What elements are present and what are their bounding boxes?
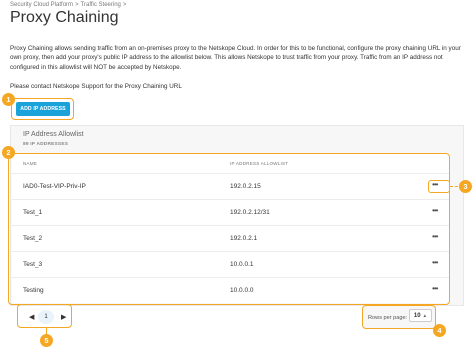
page-number-button[interactable]: 1 [38,310,54,324]
next-page-icon[interactable]: ▶ [61,313,66,321]
description-text: Proxy Chaining allows sending traffic fr… [10,45,461,71]
chevron-up-icon: ▲ [422,313,428,318]
callout-badge-1: 1 [2,93,15,106]
callout-highlight-more-options [428,180,450,193]
rows-per-page-select[interactable]: 10 ▲ [409,309,432,322]
callout-badge-5: 5 [40,334,53,347]
breadcrumb-parent[interactable]: Security Cloud Platform [10,2,73,8]
page-title: Proxy Chaining [10,9,119,26]
breadcrumb-separator: > [75,2,79,8]
breadcrumb: Security Cloud Platform > Traffic Steeri… [10,2,126,8]
add-ip-address-button[interactable]: ADD IP ADDRESS [16,102,70,116]
rows-per-page-label: Rows per page: [368,315,408,321]
panel-title: IP Address Allowlist [23,131,84,138]
breadcrumb-separator: > [122,2,127,8]
contact-text: Please contact Netskope Support for the … [10,83,182,90]
callout-badge-2: 2 [2,146,15,159]
ip-address-count: 89 IP ADDRESSES [23,142,69,147]
callout-highlight-table [8,153,450,305]
rows-per-page-value: 10 [413,312,421,319]
breadcrumb-current[interactable]: Traffic Steering [81,2,121,8]
callout-badge-4: 4 [433,324,446,337]
callout-badge-3: 3 [459,180,472,193]
previous-page-icon[interactable]: ◀ [29,313,34,321]
